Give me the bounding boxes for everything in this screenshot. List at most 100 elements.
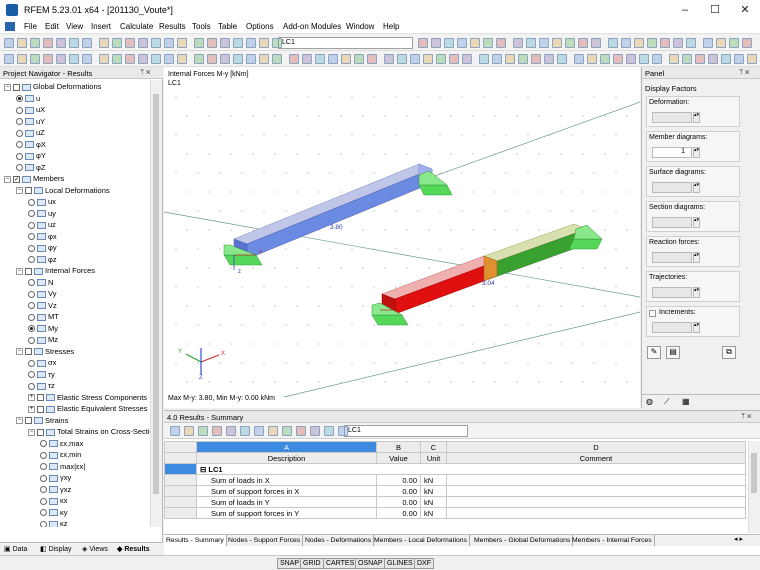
toolbar-button-icon[interactable] <box>177 54 187 64</box>
toolbar-button-icon[interactable] <box>626 54 636 64</box>
expand-toggle-icon[interactable]: − <box>16 417 23 425</box>
nav-item[interactable]: τz <box>28 380 55 391</box>
menu-add-on-modules[interactable]: Add-on Modules <box>283 22 341 31</box>
toolbar-button-icon[interactable] <box>207 38 217 48</box>
radio-button[interactable] <box>40 474 47 482</box>
edit-icon[interactable]: ✎ <box>647 346 661 359</box>
status-snap[interactable]: SNAP <box>277 558 303 569</box>
radio-button[interactable] <box>28 382 35 390</box>
cell-value[interactable]: 0.00 <box>376 496 421 508</box>
display-factor-input[interactable] <box>652 322 692 333</box>
expand-toggle-icon[interactable]: − <box>28 428 35 436</box>
menu-view[interactable]: View <box>66 22 83 31</box>
col-letter-a[interactable]: A <box>196 441 377 453</box>
radio-button[interactable] <box>28 313 35 321</box>
results-toolbar-icon[interactable] <box>198 426 208 436</box>
menu-window[interactable]: Window <box>346 22 374 31</box>
menu-file[interactable]: File <box>24 22 37 31</box>
expand-toggle-icon[interactable]: − <box>16 267 23 275</box>
toolbar-button-icon[interactable] <box>518 54 528 64</box>
toolbar-button-icon[interactable] <box>565 38 575 48</box>
toolbar-button-icon[interactable] <box>544 54 554 64</box>
toolbar-button-icon[interactable] <box>99 54 109 64</box>
table-row[interactable]: Sum of loads in Y 0.00 kN <box>164 496 746 508</box>
panel-tab-icon-3[interactable]: ▦ <box>682 397 690 406</box>
toolbar-button-icon[interactable] <box>613 54 623 64</box>
toolbar-button-icon[interactable] <box>69 38 79 48</box>
toolbar-button-icon[interactable] <box>418 38 428 48</box>
checkbox[interactable] <box>13 83 20 91</box>
results-toolbar-icon[interactable] <box>212 426 222 436</box>
nav-item[interactable]: γxz <box>40 484 71 495</box>
nav-item[interactable]: τy <box>28 369 55 380</box>
toolbar-button-icon[interactable] <box>328 54 338 64</box>
toolbar-button-icon[interactable] <box>397 54 407 64</box>
nav-item[interactable]: uz <box>28 219 56 230</box>
nav-item[interactable]: u <box>16 93 40 104</box>
results-toolbar-icon[interactable] <box>184 426 194 436</box>
spinner-icon[interactable]: ▴▾ <box>693 287 700 298</box>
results-tab[interactable]: Members - Local Deformations <box>372 535 470 546</box>
toolbar-button-icon[interactable] <box>289 54 299 64</box>
radio-button[interactable] <box>28 244 35 252</box>
nav-item[interactable]: εx,min <box>40 449 81 460</box>
toolbar-button-icon[interactable] <box>574 54 584 64</box>
radio-button[interactable] <box>16 152 23 160</box>
results-scrollbar[interactable] <box>748 441 760 533</box>
toolbar-button-icon[interactable] <box>462 54 472 64</box>
toolbar-button-icon[interactable] <box>194 38 204 48</box>
checkbox[interactable] <box>25 348 32 356</box>
toolbar-button-icon[interactable] <box>600 54 610 64</box>
nav-item[interactable]: Vz <box>28 300 57 311</box>
radio-button[interactable] <box>28 233 35 241</box>
menu-results[interactable]: Results <box>159 22 186 31</box>
nav-item[interactable]: − Total Strains on Cross-Section <box>28 426 150 437</box>
tab-results[interactable]: ◆ Results <box>117 544 150 555</box>
radio-button[interactable] <box>28 290 35 298</box>
toolbar-button-icon[interactable] <box>673 38 683 48</box>
toolbar-button-icon[interactable] <box>716 38 726 48</box>
loadcase-combo[interactable]: LC1 <box>278 37 413 49</box>
checkbox[interactable]: ✓ <box>13 175 20 183</box>
group-row[interactable]: ⊟ LC1 <box>196 463 746 475</box>
toolbar-button-icon[interactable] <box>43 54 53 64</box>
nav-item[interactable]: Mz <box>28 334 58 345</box>
close-button[interactable]: ✕ <box>730 0 760 20</box>
nav-item[interactable]: κz <box>40 518 68 527</box>
toolbar-button-icon[interactable] <box>138 54 148 64</box>
nav-item[interactable]: + Elastic Stress Components <box>28 392 147 403</box>
toolbar-button-icon[interactable] <box>647 38 657 48</box>
model-canvas[interactable] <box>164 67 640 408</box>
results-toolbar-icon[interactable] <box>254 426 264 436</box>
col-letter-b[interactable]: B <box>376 441 421 453</box>
nav-item[interactable]: εx,max <box>40 438 83 449</box>
row-header[interactable] <box>164 496 197 508</box>
group-row-header[interactable] <box>164 463 197 475</box>
nav-item[interactable]: N <box>28 277 53 288</box>
results-close-icon[interactable]: ᛘ ✕ <box>741 413 751 420</box>
nav-item[interactable]: uY <box>16 116 45 127</box>
radio-button[interactable] <box>28 221 35 229</box>
status-cartes[interactable]: CARTES <box>323 558 358 569</box>
toolbar-button-icon[interactable] <box>708 54 718 64</box>
menu-calculate[interactable]: Calculate <box>120 22 153 31</box>
display-factor-input[interactable] <box>652 217 692 228</box>
results-tab[interactable]: Nodes - Support Forces <box>226 535 304 546</box>
menu-help[interactable]: Help <box>383 22 399 31</box>
toolbar-button-icon[interactable] <box>457 38 467 48</box>
toolbar-button-icon[interactable] <box>384 54 394 64</box>
results-tab[interactable]: Nodes - Deformations <box>303 535 375 546</box>
toolbar-button-icon[interactable] <box>734 54 744 64</box>
spinner-icon[interactable]: ▴▾ <box>693 147 700 158</box>
toolbar-button-icon[interactable] <box>367 54 377 64</box>
nav-item[interactable]: φY <box>16 150 46 161</box>
toolbar-button-icon[interactable] <box>552 38 562 48</box>
radio-button[interactable] <box>40 440 47 448</box>
menu-edit[interactable]: Edit <box>45 22 59 31</box>
checkbox[interactable] <box>37 405 44 413</box>
radio-button[interactable] <box>40 451 47 459</box>
expand-toggle-icon[interactable]: − <box>16 187 23 195</box>
toolbar-button-icon[interactable] <box>729 38 739 48</box>
toolbar-button-icon[interactable] <box>164 54 174 64</box>
radio-button[interactable] <box>28 371 35 379</box>
